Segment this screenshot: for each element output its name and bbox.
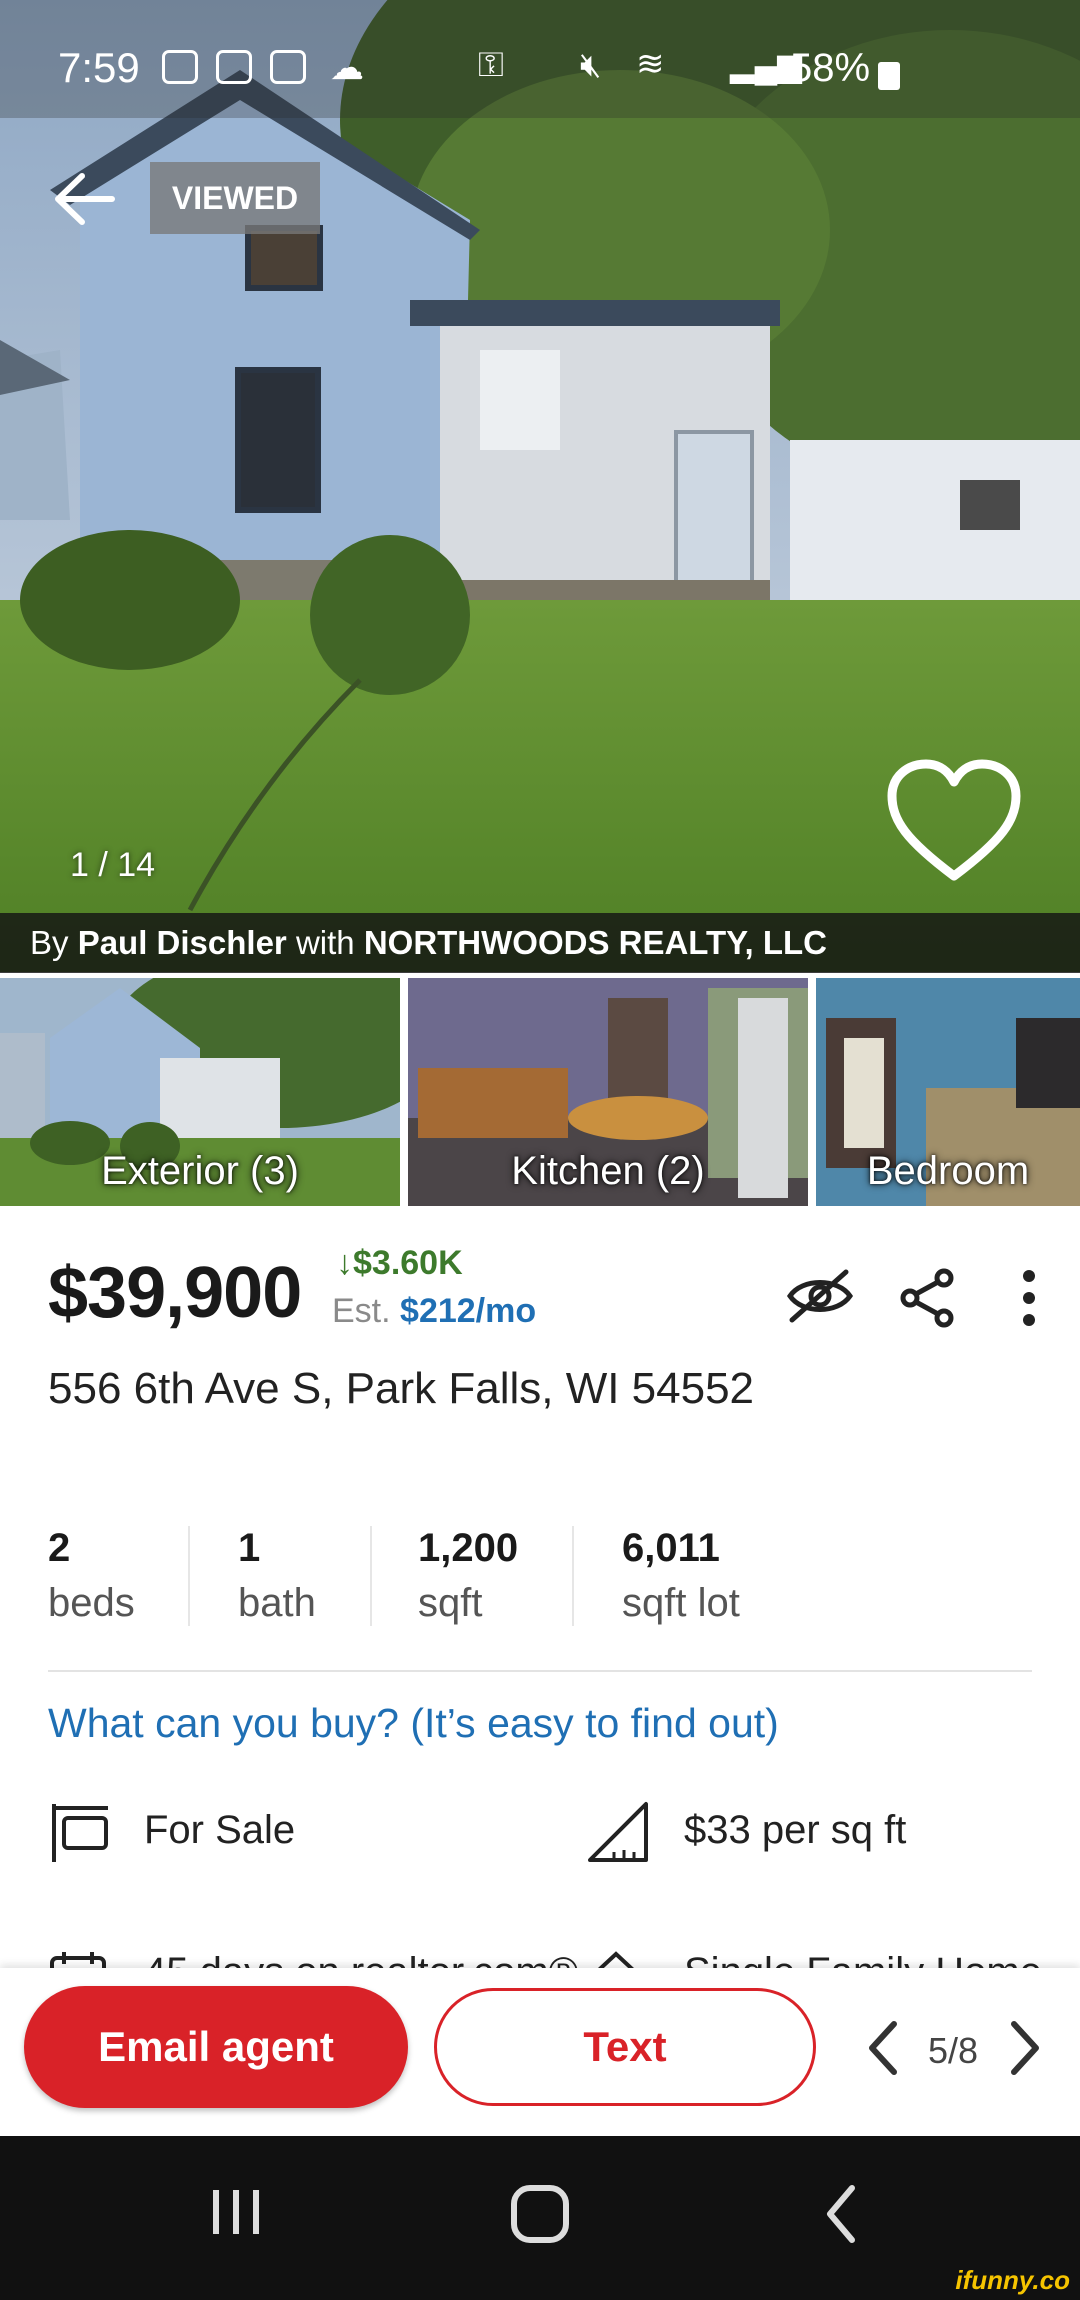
price-drop-arrow-icon: ↓ — [336, 1244, 353, 1282]
listing-status: For Sale — [144, 1808, 296, 1852]
mail-icon — [216, 50, 252, 84]
back-arrow-icon — [55, 173, 115, 225]
agent-name[interactable]: Paul Dischler — [78, 924, 287, 961]
next-listing-button[interactable] — [1004, 2018, 1044, 2078]
system-navigation-bar: ifunny.co — [0, 2136, 1080, 2300]
text-button[interactable]: Text — [434, 1988, 816, 2106]
home-button[interactable] — [508, 2182, 572, 2246]
stat-baths: 1 bath — [238, 1526, 316, 1626]
thumbnail-bedroom[interactable]: Bedroom — [816, 978, 1080, 1206]
share-button[interactable] — [898, 1268, 958, 1328]
viewed-badge: VIEWED — [150, 162, 320, 234]
est-prefix: Est. — [332, 1292, 391, 1330]
app-notification-icon — [162, 50, 198, 84]
house-icon — [584, 1950, 648, 1970]
byline-with: with — [295, 924, 355, 961]
recent-apps-icon — [213, 2190, 259, 2234]
battery-level: 58% — [790, 46, 871, 90]
stat-value: 6,011 — [622, 1526, 720, 1570]
chevron-left-icon — [869, 2021, 897, 2075]
system-back-button[interactable] — [822, 2182, 862, 2246]
stat-value: 1 — [238, 1526, 261, 1570]
price-drop-amount: $3.60K — [353, 1244, 463, 1282]
heart-icon — [887, 759, 1021, 881]
stat-beds: 2 beds — [48, 1526, 135, 1626]
estimated-payment[interactable]: Est. $212/mo — [332, 1292, 536, 1331]
stat-label: beds — [48, 1581, 135, 1625]
wifi-icon: ≋ — [636, 45, 665, 83]
cloud-icon: ☁ — [330, 49, 364, 87]
favorite-button[interactable] — [886, 758, 1022, 888]
stat-value: 2 — [48, 1526, 71, 1570]
recent-apps-button[interactable] — [206, 2182, 266, 2242]
est-monthly[interactable]: $212/mo — [400, 1292, 536, 1330]
listing-byline: By Paul Dischler with NORTHWOODS REALTY,… — [0, 913, 1080, 973]
battery-icon — [878, 62, 900, 90]
status-time: 7:59 — [58, 44, 140, 91]
listing-address: 556 6th Ave S, Park Falls, WI 54552 — [48, 1364, 755, 1413]
calendar-icon — [48, 1950, 108, 1970]
thumbnail-exterior[interactable]: Exterior (3) — [0, 978, 400, 1206]
affordability-link[interactable]: What can you buy? (It’s easy to find out… — [48, 1700, 779, 1747]
ruler-triangle-icon — [584, 1798, 652, 1866]
eye-slash-icon — [786, 1269, 854, 1323]
watermark: ifunny.co — [955, 2265, 1070, 2295]
mute-icon: 🔇︎ — [580, 46, 602, 84]
byline-prefix: By — [30, 924, 69, 961]
gallery-icon — [270, 50, 306, 84]
features-row-partial: 45 days on realtor.com® Single Family Ho… — [0, 1920, 1080, 1970]
thumbnail-kitchen[interactable]: Kitchen (2) — [408, 978, 808, 1206]
for-sale-sign-icon — [48, 1800, 112, 1864]
property-type: Single Family Home — [684, 1950, 1042, 1970]
chevron-right-icon — [1011, 2021, 1039, 2075]
back-button[interactable] — [52, 172, 116, 226]
days-on-market: 45 days on realtor.com® — [144, 1950, 578, 1970]
photo-counter: 1 / 14 — [70, 846, 156, 884]
listing-pager: 5/8 — [928, 2030, 979, 2071]
section-divider — [48, 1670, 1032, 1672]
more-vertical-icon — [1023, 1270, 1035, 1326]
stat-divider — [370, 1526, 372, 1626]
stat-label: bath — [238, 1581, 316, 1625]
stat-divider — [188, 1526, 190, 1626]
stat-divider — [572, 1526, 574, 1626]
stat-sqft: 1,200 sqft — [418, 1526, 518, 1626]
share-icon — [900, 1268, 954, 1328]
thumbnail-label: Exterior (3) — [101, 1149, 299, 1193]
thumbnail-label: Bedroom — [866, 1149, 1030, 1193]
hide-listing-button[interactable] — [784, 1266, 856, 1326]
email-agent-button[interactable]: Email agent — [24, 1986, 408, 2108]
brokerage-name[interactable]: NORTHWOODS REALTY, LLC — [364, 924, 827, 961]
price-per-sqft: $33 per sq ft — [684, 1808, 907, 1852]
key-icon: ⚿ — [478, 46, 504, 84]
stat-label: sqft lot — [622, 1581, 740, 1625]
stat-value: 1,200 — [418, 1526, 519, 1570]
home-icon — [511, 2185, 569, 2243]
price-drop: ↓$3.60K — [336, 1244, 463, 1283]
status-bar: 7:59 ☁ ⚿ 🔇︎ ≋ ▂▄▆ 58% — [0, 0, 1080, 118]
listing-price: $39,900 — [48, 1253, 302, 1333]
previous-listing-button[interactable] — [864, 2018, 904, 2078]
chevron-left-icon — [827, 2185, 855, 2243]
thumbnail-label: Kitchen (2) — [511, 1149, 705, 1193]
more-options-button[interactable] — [1014, 1268, 1044, 1328]
stat-label: sqft — [418, 1581, 483, 1625]
stat-lot: 6,011 sqft lot — [622, 1526, 740, 1626]
